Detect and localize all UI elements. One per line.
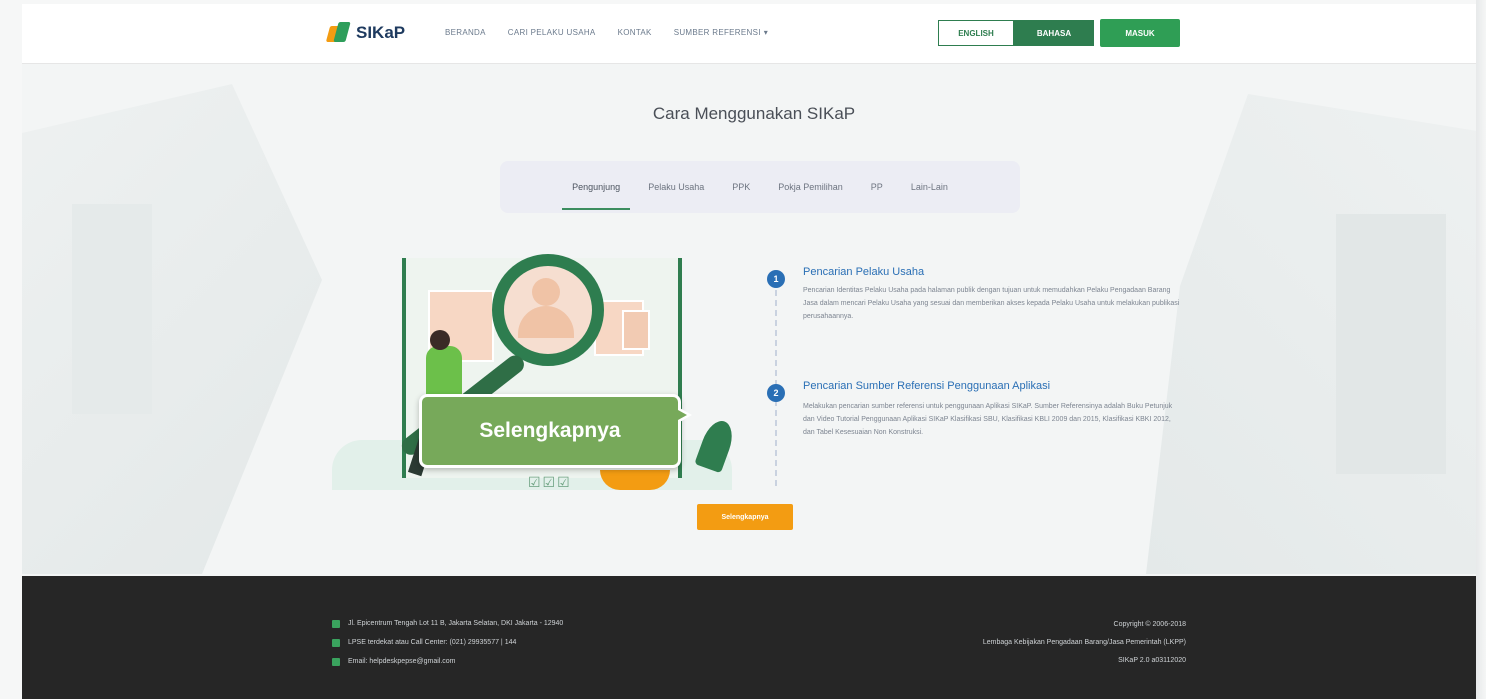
callout-text: Selengkapnya — [479, 419, 621, 442]
logo[interactable]: SIKaP — [325, 22, 406, 44]
location-icon — [332, 619, 340, 628]
step-description: Melakukan pencarian sumber referensi unt… — [803, 403, 1173, 436]
chevron-down-icon: ▾ — [763, 28, 769, 37]
step-title: Pencarian Sumber Referensi Penggunaan Ap… — [803, 380, 1051, 392]
logo-text: SIKaP — [356, 23, 406, 42]
nav-link-beranda[interactable]: BERANDA — [445, 28, 486, 37]
logo-icon — [325, 22, 351, 44]
background-shape — [22, 84, 322, 574]
nav-link-label: SUMBER REFERENSI — [673, 28, 761, 37]
email-icon — [332, 657, 340, 666]
phone-icon — [332, 638, 340, 647]
tab-pelaku-usaha[interactable]: Pelaku Usaha — [646, 176, 706, 198]
step-number-badge: 1 — [767, 270, 785, 288]
footer-contact: Jl. Epicentrum Tengah Lot 11 B, Jakarta … — [332, 614, 563, 671]
version-text: SIKaP 2.0 a03112020 — [1118, 657, 1186, 664]
tab-ppk[interactable]: PPK — [730, 176, 752, 198]
english-button[interactable]: ENGLISH — [938, 20, 1014, 46]
page-title: Cara Menggunakan SIKaP — [652, 104, 856, 123]
background-shape — [72, 204, 152, 414]
footer-callcenter: LPSE terdekat atau Call Center: (021) 29… — [348, 639, 517, 646]
nav-buttons: ENGLISH BAHASA MASUK — [938, 19, 1180, 47]
page: SIKaP BERANDA CARI PELAKU USAHA KONTAK S… — [22, 4, 1486, 699]
footer: Jl. Epicentrum Tengah Lot 11 B, Jakarta … — [22, 576, 1486, 699]
step-description: Pencarian Identitas Pelaku Usaha pada ha… — [803, 287, 1180, 320]
bahasa-button[interactable]: BAHASA — [1014, 20, 1094, 46]
step-connector — [775, 280, 777, 486]
org-text: Lembaga Kebijakan Pengadaan Barang/Jasa … — [982, 639, 1186, 646]
selengkapnya-button[interactable]: Selengkapnya — [697, 504, 793, 530]
nav-link-cari-pelaku-usaha[interactable]: CARI PELAKU USAHA — [508, 28, 596, 37]
nav-link-sumber-referensi[interactable]: SUMBER REFERENSI ▾ — [674, 28, 768, 37]
role-tabs: Pengunjung Pelaku Usaha PPK Pokja Pemili… — [500, 161, 1020, 213]
tab-pokja-pemilihan[interactable]: Pokja Pemilihan — [776, 176, 845, 198]
nav-link-kontak[interactable]: KONTAK — [618, 28, 652, 37]
window-shadow — [1476, 0, 1486, 699]
background-shape — [1336, 214, 1446, 474]
tab-pengunjung[interactable]: Pengunjung — [562, 176, 631, 210]
step-title: Pencarian Pelaku Usaha — [803, 266, 925, 278]
footer-copyright: Copyright © 2006-2018 Lembaga Kebijakan … — [983, 616, 1186, 670]
selengkapnya-callout: Selengkapnya — [419, 394, 692, 468]
footer-email[interactable]: Email: helpdeskpepse@gmail.com — [348, 658, 456, 665]
login-button[interactable]: MASUK — [1100, 19, 1180, 47]
navbar: SIKaP BERANDA CARI PELAKU USAHA KONTAK S… — [22, 4, 1486, 64]
window-frame: SIKaP BERANDA CARI PELAKU USAHA KONTAK S… — [0, 0, 1486, 699]
checkbox-icons: ☑☑☑ — [528, 474, 572, 490]
footer-address: Jl. Epicentrum Tengah Lot 11 B, Jakarta … — [348, 620, 564, 627]
step-number-badge: 2 — [767, 384, 785, 402]
nav-menu: BERANDA CARI PELAKU USAHA KONTAK SUMBER … — [445, 28, 768, 37]
tab-lain-lain[interactable]: Lain-Lain — [909, 176, 950, 198]
copyright-text: Copyright © 2006-2018 — [1113, 621, 1186, 628]
tab-pp[interactable]: PP — [869, 176, 885, 198]
